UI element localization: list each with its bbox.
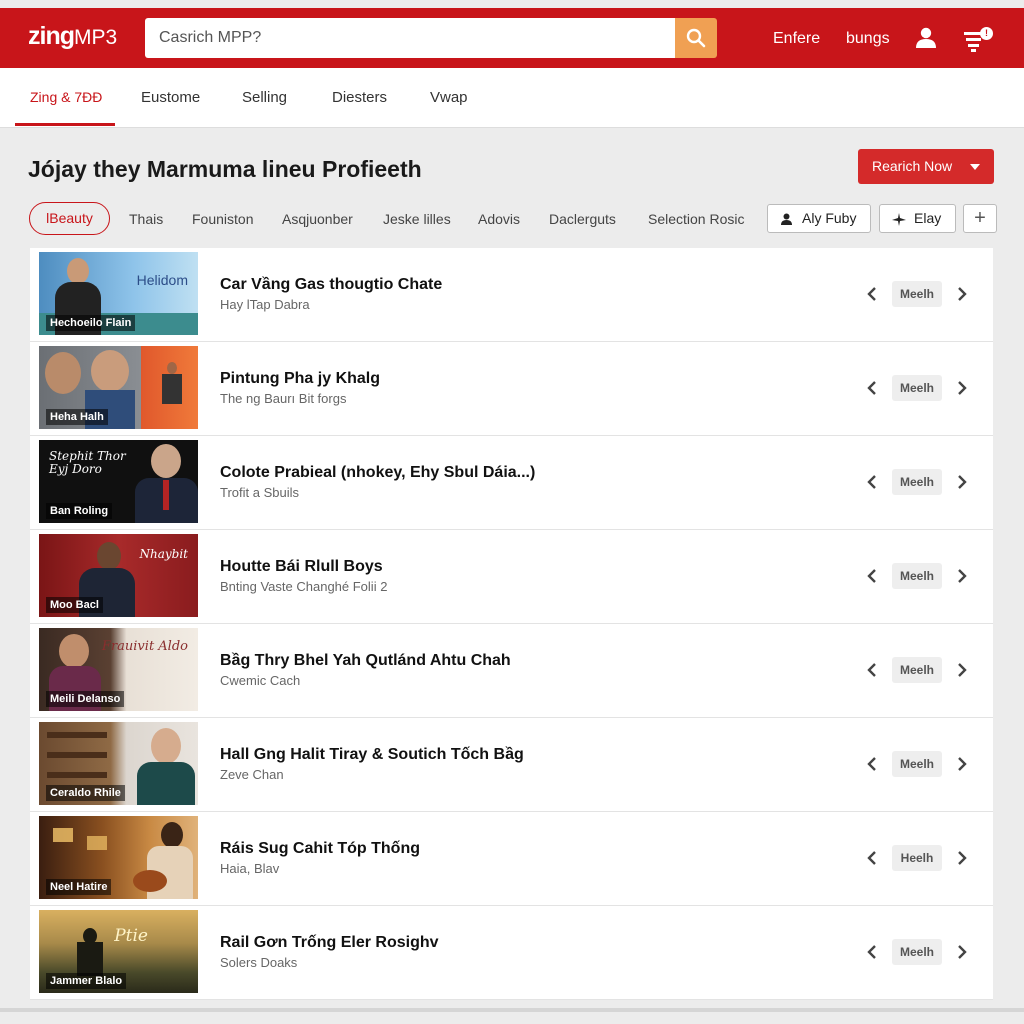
chevron-left-icon[interactable] (866, 944, 878, 960)
top-link-2[interactable]: bungs (846, 30, 890, 48)
chevron-down-icon (970, 164, 980, 170)
track-artist[interactable]: Zeve Chan (220, 767, 284, 782)
top-link-1[interactable]: Enfere (773, 30, 820, 48)
track-thumbnail[interactable]: Heha Halh (39, 346, 198, 429)
chevron-right-icon[interactable] (956, 568, 968, 584)
track-thumbnail[interactable]: Neel Hatire (39, 816, 198, 899)
track-title[interactable]: Car Vầng Gas thougtio Chate (220, 276, 442, 294)
filter-chip-3[interactable]: Asqjuonber (282, 211, 353, 227)
track-thumbnail[interactable]: Stephit Thor Eyj Doro Ban Roling (39, 440, 198, 523)
nav-tab-0[interactable]: Zing & 7ĐĐ (30, 89, 102, 105)
track-list: Helidom Hechoeilo Flain Car Vầng Gas tho… (30, 248, 993, 1000)
table-row[interactable]: Neel Hatire Ráis Sug Cahit Tóp Thống Hai… (30, 812, 993, 906)
add-filter-button[interactable]: + (963, 204, 997, 233)
chevron-left-icon[interactable] (866, 568, 878, 584)
nav-tab-4[interactable]: Vwap (430, 89, 468, 106)
chevron-left-icon[interactable] (866, 286, 878, 302)
track-artist[interactable]: Solers Doaks (220, 955, 297, 970)
track-title[interactable]: Houtte Bái Rlull Boys (220, 558, 383, 576)
track-thumbnail[interactable]: Ptie Jammer Blalo (39, 910, 198, 993)
row-action-button[interactable]: Meelh (892, 469, 942, 495)
track-artist[interactable]: Bnting Vaste Changhé Folii 2 (220, 579, 387, 594)
thumbnail-caption: Moo Bacl (46, 597, 103, 613)
chevron-left-icon[interactable] (866, 474, 878, 490)
track-artist[interactable]: Cwemic Cach (220, 673, 300, 688)
chevron-right-icon[interactable] (956, 474, 968, 490)
thumbnail-caption: Hechoeilo Flain (46, 315, 136, 331)
row-action-button[interactable]: Meelh (892, 281, 942, 307)
action-button-1[interactable]: Elay (879, 204, 956, 233)
thumbnail-caption: Heha Halh (46, 409, 108, 425)
action-button-0[interactable]: Aly Fuby (767, 204, 871, 233)
thumbnail-caption: Ban Roling (46, 503, 113, 519)
track-artist[interactable]: Hay lTap Dabra (220, 297, 310, 312)
chevron-right-icon[interactable] (956, 756, 968, 772)
filter-chip-4[interactable]: Jeske lilles (383, 211, 451, 227)
row-action-button[interactable]: Meelh (892, 751, 942, 777)
chevron-left-icon[interactable] (866, 756, 878, 772)
track-artist[interactable]: Trofit a Sbuils (220, 485, 299, 500)
page-title: Jójay they Marmuma lineu Profieeth (28, 156, 422, 182)
table-row[interactable]: Ptie Jammer Blalo Rail Gơn Trống Eler Ro… (30, 906, 993, 1000)
thumbnail-caption: Ceraldo Rhile (46, 785, 125, 801)
track-thumbnail[interactable]: Frauivit Aldo Meili Delanso (39, 628, 198, 711)
track-title[interactable]: Colote Prabieal (nhokey, Ehy Sbul Dáia..… (220, 464, 535, 482)
footer-divider (0, 1008, 1024, 1012)
row-action-button[interactable]: Heelh (892, 845, 942, 871)
table-row[interactable]: Ceraldo Rhile Hall Gng Halit Tiray & Sou… (30, 718, 993, 812)
chevron-left-icon[interactable] (866, 662, 878, 678)
track-thumbnail[interactable]: Nhaybit Moo Bacl (39, 534, 198, 617)
track-title[interactable]: Ráis Sug Cahit Tóp Thống (220, 840, 420, 858)
chevron-right-icon[interactable] (956, 380, 968, 396)
search-button[interactable] (675, 18, 717, 58)
chevron-left-icon[interactable] (866, 380, 878, 396)
filter-chip-1[interactable]: Thais (129, 211, 163, 227)
filter-chip-6[interactable]: Daclerguts (549, 211, 616, 227)
filter-chip-2[interactable]: Founiston (192, 211, 253, 227)
table-row[interactable]: Heha Halh Pintung Pha jy Khalg The ng Ba… (30, 342, 993, 436)
nav-tab-1[interactable]: Eustome (141, 89, 200, 106)
row-action-button[interactable]: Meelh (892, 563, 942, 589)
track-title[interactable]: Rail Gơn Trống Eler Rosighv (220, 934, 439, 952)
track-title[interactable]: Hall Gng Halit Tiray & Soutich Tốch Bầg (220, 746, 524, 764)
thumbnail-caption: Neel Hatire (46, 879, 112, 895)
notification-badge: ! (980, 27, 993, 40)
track-artist[interactable]: Haia, Blav (220, 861, 279, 876)
track-title[interactable]: Pintung Pha jy Khalg (220, 370, 380, 388)
search-input[interactable] (145, 18, 675, 58)
thumbnail-caption: Meili Delanso (46, 691, 125, 707)
track-thumbnail[interactable]: Ceraldo Rhile (39, 722, 198, 805)
user-icon (781, 213, 792, 225)
app-logo[interactable]: zingMP3 (28, 22, 117, 51)
nav-bar: Zing & 7ĐĐ Eustome Selling Diesters Vwap (0, 68, 1024, 128)
track-artist[interactable]: The ng Baurı Bit forgs (220, 391, 346, 406)
table-row[interactable]: Frauivit Aldo Meili Delanso Bầg Thry Bhe… (30, 624, 993, 718)
filter-chip-7[interactable]: Selection Rosic (648, 211, 745, 227)
track-thumbnail[interactable]: Helidom Hechoeilo Flain (39, 252, 198, 335)
chevron-right-icon[interactable] (956, 850, 968, 866)
row-action-button[interactable]: Meelh (892, 375, 942, 401)
chevron-right-icon[interactable] (956, 944, 968, 960)
filter-chip-0[interactable]: lBeauty (29, 202, 110, 235)
row-action-button[interactable]: Meelh (892, 657, 942, 683)
track-title[interactable]: Bầg Thry Bhel Yah Qutlánd Ahtu Chah (220, 652, 511, 670)
search-icon (686, 28, 706, 48)
top-bar: zingMP3 Enfere bungs ! (0, 8, 1024, 68)
primary-action-button[interactable]: Rearich Now (858, 149, 994, 184)
table-row[interactable]: Nhaybit Moo Bacl Houtte Bái Rlull Boys B… (30, 530, 993, 624)
row-action-button[interactable]: Meelh (892, 939, 942, 965)
user-icon[interactable] (914, 25, 938, 54)
filter-chip-5[interactable]: Adovis (478, 211, 520, 227)
table-row[interactable]: Stephit Thor Eyj Doro Ban Roling Colote … (30, 436, 993, 530)
plane-icon (892, 213, 906, 226)
chevron-left-icon[interactable] (866, 850, 878, 866)
active-tab-indicator (15, 123, 115, 126)
thumbnail-caption: Jammer Blalo (46, 973, 127, 989)
nav-tab-2[interactable]: Selling (242, 89, 287, 106)
table-row[interactable]: Helidom Hechoeilo Flain Car Vầng Gas tho… (30, 248, 993, 342)
nav-tab-3[interactable]: Diesters (332, 89, 387, 106)
chevron-right-icon[interactable] (956, 286, 968, 302)
chevron-right-icon[interactable] (956, 662, 968, 678)
